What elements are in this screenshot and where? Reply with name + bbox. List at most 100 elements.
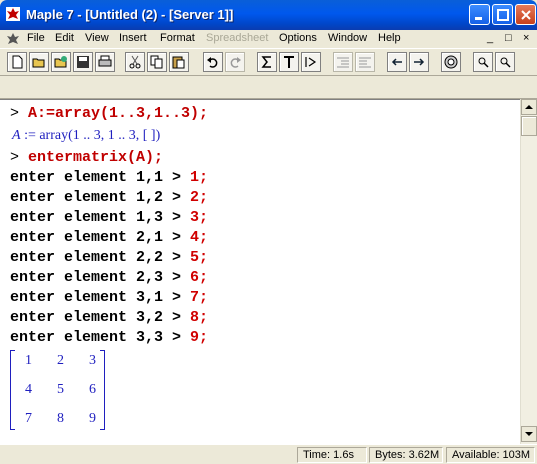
- menu-bar: File Edit View Insert Format Spreadsheet…: [0, 30, 537, 48]
- scroll-thumb[interactable]: [521, 116, 537, 136]
- back-button[interactable]: [387, 52, 407, 72]
- entry-line[interactable]: enter element 2,1 > 4;: [10, 229, 208, 246]
- entry-value: 1;: [190, 169, 209, 186]
- entry-value: 6;: [190, 269, 209, 286]
- entry-value: 5;: [190, 249, 209, 266]
- scroll-down-button[interactable]: [521, 426, 537, 442]
- matrix-cell: 5: [57, 382, 64, 397]
- result-matrix: 1 2 3 4 5 6 7 8 9: [10, 350, 105, 432]
- minimize-button[interactable]: [469, 4, 490, 25]
- menu-options[interactable]: Options: [279, 32, 317, 44]
- redo-button[interactable]: [225, 52, 245, 72]
- indent-button[interactable]: [333, 52, 353, 72]
- maximize-icon: [497, 9, 509, 21]
- input-line-1[interactable]: > A:=array(1..3,1..3);: [10, 105, 208, 122]
- paste-button[interactable]: [169, 52, 189, 72]
- new-icon: [12, 55, 23, 69]
- menu-file[interactable]: File: [27, 32, 45, 44]
- doc-minimize-button[interactable]: _: [487, 32, 493, 44]
- menu-format[interactable]: Format: [160, 32, 195, 44]
- status-bar: Time: 1.6s Bytes: 3.62M Available: 103M: [0, 444, 537, 464]
- entry-label: enter element 1,2 >: [10, 189, 182, 206]
- title-bar[interactable]: Maple 7 - [Untitled (2) - [Server 1]]: [0, 0, 537, 30]
- entry-label: enter element 2,1 >: [10, 229, 182, 246]
- menu-edit[interactable]: Edit: [55, 32, 74, 44]
- stop-button[interactable]: [441, 52, 461, 72]
- open-button[interactable]: [29, 52, 49, 72]
- open-icon: [32, 58, 45, 68]
- menu-insert[interactable]: Insert: [119, 32, 147, 44]
- execution-group-button[interactable]: [301, 52, 321, 72]
- menu-view[interactable]: View: [85, 32, 109, 44]
- zoom-out-button[interactable]: [495, 52, 515, 72]
- cut-button[interactable]: [125, 52, 145, 72]
- entry-label: enter element 1,3 >: [10, 209, 182, 226]
- matrix-right-bracket: [100, 350, 105, 430]
- input-line-2[interactable]: > entermatrix(A);: [10, 149, 163, 166]
- outdent-icon: [359, 57, 371, 68]
- entry-line[interactable]: enter element 2,2 > 5;: [10, 249, 208, 266]
- entry-value: 2;: [190, 189, 209, 206]
- undo-button[interactable]: [203, 52, 223, 72]
- entry-value: 7;: [190, 289, 209, 306]
- close-button[interactable]: [515, 4, 536, 25]
- status-available: Available: 103M: [446, 447, 535, 463]
- doc-close-button[interactable]: ×: [523, 32, 529, 44]
- text-button[interactable]: [279, 52, 299, 72]
- open-url-button[interactable]: [51, 52, 71, 72]
- matrix-cell: 9: [89, 411, 96, 426]
- entry-label: enter element 2,2 >: [10, 249, 182, 266]
- toolbar: [0, 48, 537, 76]
- doc-restore-button[interactable]: □: [505, 32, 512, 44]
- menu-spreadsheet[interactable]: Spreadsheet: [206, 32, 268, 44]
- status-time: Time: 1.6s: [297, 447, 367, 463]
- document-icon[interactable]: [5, 31, 21, 47]
- stop-icon: [444, 55, 458, 69]
- entry-line[interactable]: enter element 3,3 > 9;: [10, 329, 208, 346]
- command-text: A:=array(1..3,1..3);: [28, 105, 209, 122]
- copy-button[interactable]: [147, 52, 167, 72]
- paste-icon: [172, 56, 185, 69]
- save-button[interactable]: [73, 52, 93, 72]
- entry-line[interactable]: enter element 3,2 > 8;: [10, 309, 208, 326]
- sigma-button[interactable]: [257, 52, 277, 72]
- entry-line[interactable]: enter element 1,2 > 2;: [10, 189, 208, 206]
- entry-line[interactable]: enter element 2,3 > 6;: [10, 269, 208, 286]
- matrix-cell: 6: [89, 382, 96, 397]
- outdent-button[interactable]: [355, 52, 375, 72]
- command-text: entermatrix(A);: [28, 149, 164, 166]
- scroll-up-button[interactable]: [521, 99, 537, 115]
- forward-button[interactable]: [409, 52, 429, 72]
- entry-line[interactable]: enter element 1,1 > 1;: [10, 169, 208, 186]
- worksheet[interactable]: > A:=array(1..3,1..3); A := array(1 .. 3…: [0, 99, 520, 444]
- text-icon: [284, 56, 294, 68]
- entry-line[interactable]: enter element 1,3 > 3;: [10, 209, 208, 226]
- entry-label: enter element 3,1 >: [10, 289, 182, 306]
- matrix-cell: 3: [89, 353, 96, 368]
- save-icon: [77, 56, 89, 68]
- zoom-in-button[interactable]: [473, 52, 493, 72]
- entry-value: 9;: [190, 329, 209, 346]
- matrix-cell: 2: [57, 353, 64, 368]
- minimize-icon: [475, 17, 482, 20]
- menu-window[interactable]: Window: [328, 32, 367, 44]
- entry-label: enter element 3,3 >: [10, 329, 182, 346]
- matrix-cell: 7: [25, 411, 32, 426]
- maximize-button[interactable]: [492, 4, 513, 25]
- menu-help[interactable]: Help: [378, 32, 401, 44]
- matrix-cell: 8: [57, 411, 64, 426]
- redo-icon: [230, 57, 241, 68]
- context-bar: [0, 76, 537, 99]
- entry-value: 4;: [190, 229, 209, 246]
- open-url-icon: [54, 56, 67, 68]
- prompt: >: [10, 105, 20, 122]
- back-icon: [391, 58, 402, 66]
- forward-icon: [414, 58, 425, 66]
- entry-line[interactable]: enter element 3,1 > 7;: [10, 289, 208, 306]
- entry-value: 8;: [190, 309, 209, 326]
- print-button[interactable]: [95, 52, 115, 72]
- vertical-scrollbar[interactable]: [520, 99, 537, 444]
- new-button[interactable]: [7, 52, 27, 72]
- indent-icon: [337, 57, 349, 68]
- undo-icon: [207, 57, 218, 68]
